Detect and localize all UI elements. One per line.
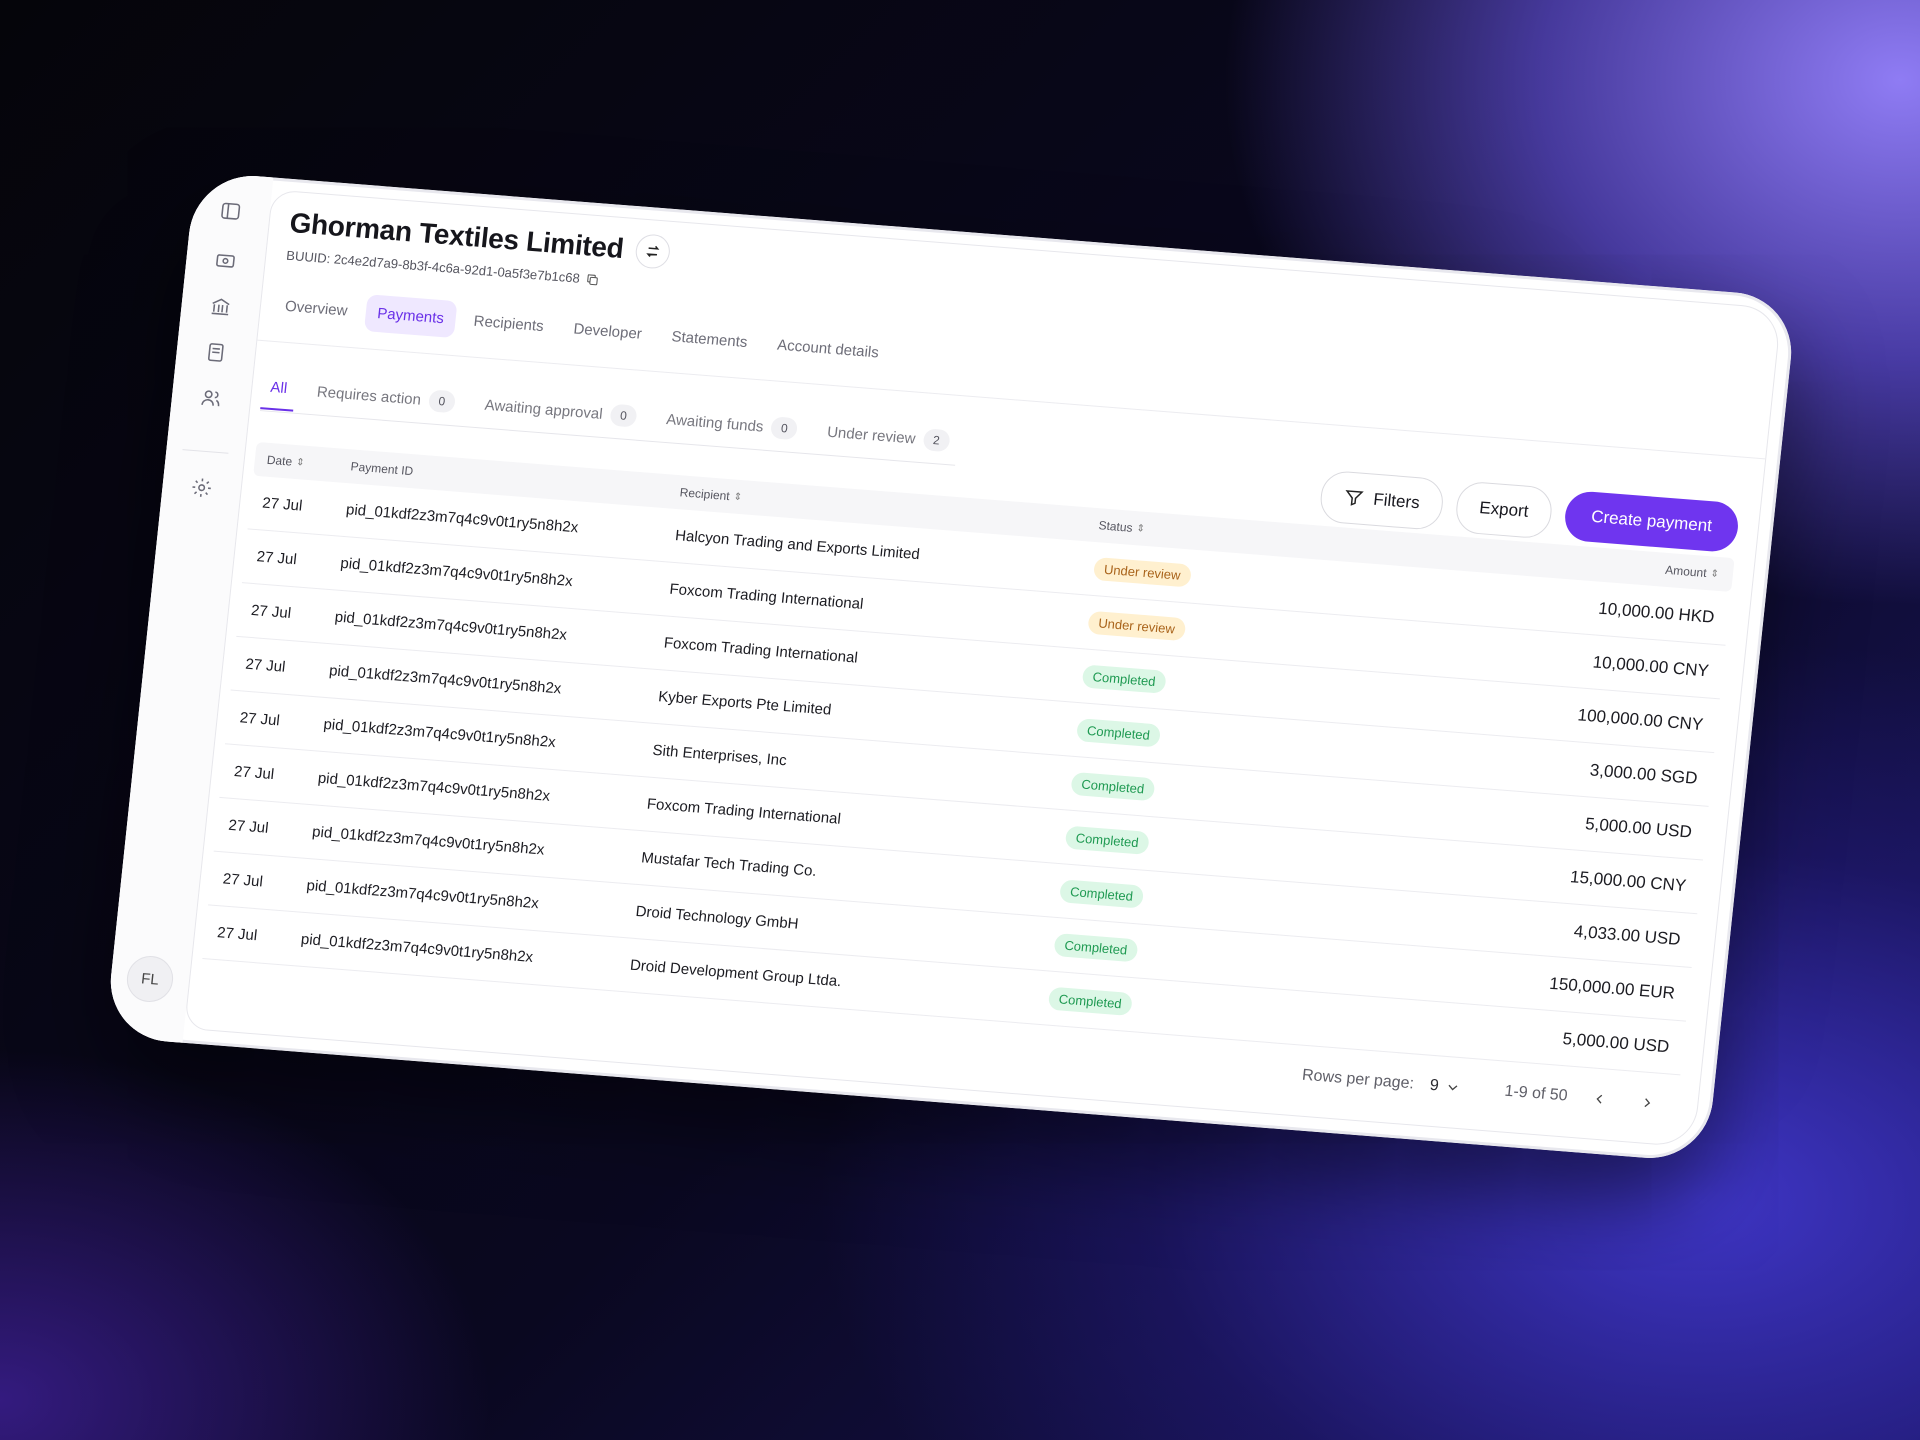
count-badge: 0 <box>427 389 457 414</box>
chevron-right-icon <box>1644 1098 1651 1108</box>
cell-date: 27 Jul <box>244 655 287 676</box>
status-badge: Completed <box>1059 879 1145 909</box>
subtab-under-review[interactable]: Under review 2 <box>817 410 960 465</box>
status-badge: Completed <box>1053 932 1139 963</box>
cell-payment-id: pid_01kdf2z3m7q4c9v0t1ry5n8h2x <box>345 501 580 537</box>
prev-page-button[interactable] <box>1582 1082 1617 1116</box>
cell-status: Under review <box>1092 557 1315 597</box>
cell-status: Completed <box>1064 825 1287 866</box>
cell-date: 27 Jul <box>261 494 304 515</box>
bank-icon[interactable] <box>204 291 237 323</box>
sort-icon: ⇕ <box>1135 522 1146 535</box>
status-badge: Completed <box>1081 664 1167 694</box>
chevron-down-icon <box>1448 1084 1458 1091</box>
rows-per-page-label: Rows per page: <box>1301 1066 1415 1093</box>
cell-date: 27 Jul <box>255 548 298 569</box>
subtab-all[interactable]: All <box>260 367 298 412</box>
cell-payment-id: pid_01kdf2z3m7q4c9v0t1ry5n8h2x <box>322 715 557 752</box>
cell-date: 27 Jul <box>216 924 259 945</box>
cell-date: 27 Jul <box>227 816 270 837</box>
cell-payment-id: pid_01kdf2z3m7q4c9v0t1ry5n8h2x <box>333 608 568 644</box>
filter-icon <box>1345 490 1364 506</box>
cell-payment-id: pid_01kdf2z3m7q4c9v0t1ry5n8h2x <box>317 769 551 805</box>
tab-recipients[interactable]: Recipients <box>460 302 558 346</box>
cell-payment-id: pid_01kdf2z3m7q4c9v0t1ry5n8h2x <box>300 930 534 966</box>
filters-button[interactable]: Filters <box>1317 469 1446 531</box>
status-badge: Completed <box>1047 986 1133 1017</box>
status-badge: Completed <box>1070 771 1156 802</box>
page-range: 1-9 of 50 <box>1503 1082 1569 1105</box>
device-frame: FL Ghorman Textiles Limited BUUID: 2c4e2… <box>104 171 1798 1163</box>
cell-status: Completed <box>1075 718 1298 758</box>
users-icon[interactable] <box>195 382 228 414</box>
banknote-icon[interactable] <box>209 245 242 277</box>
cell-date: 27 Jul <box>238 709 281 730</box>
cell-status: Completed <box>1047 986 1270 1027</box>
avatar[interactable]: FL <box>124 954 176 1004</box>
create-payment-button[interactable]: Create payment <box>1562 489 1741 554</box>
cell-payment-id: pid_01kdf2z3m7q4c9v0t1ry5n8h2x <box>311 823 546 859</box>
tab-payments[interactable]: Payments <box>363 294 458 339</box>
count-badge: 2 <box>922 428 951 453</box>
status-badge: Completed <box>1064 825 1150 855</box>
rows-per-page-select[interactable]: 9 <box>1429 1077 1462 1097</box>
count-badge: 0 <box>609 403 638 428</box>
sidebar-toggle-icon[interactable] <box>214 195 247 227</box>
subtab-awaiting-approval[interactable]: Awaiting approval 0 <box>474 383 646 440</box>
subtab-awaiting-funds[interactable]: Awaiting funds 0 <box>656 397 807 452</box>
switch-account-button[interactable] <box>633 233 672 270</box>
status-badge: Under review <box>1092 557 1192 588</box>
tab-account-details[interactable]: Account details <box>763 326 892 373</box>
count-badge: 0 <box>770 416 799 441</box>
sort-icon: ⇕ <box>1709 567 1720 580</box>
main-panel: Ghorman Textiles Limited BUUID: 2c4e2d7a… <box>183 189 1783 1148</box>
main-tabs: Overview Payments Recipients Developer S… <box>271 287 892 372</box>
cell-status: Completed <box>1053 932 1275 973</box>
header: Ghorman Textiles Limited BUUID: 2c4e2d7a… <box>286 206 672 293</box>
cell-date: 27 Jul <box>250 601 292 623</box>
next-page-button[interactable] <box>1630 1086 1665 1120</box>
tab-overview[interactable]: Overview <box>271 287 361 331</box>
gear-icon[interactable] <box>185 472 218 504</box>
payments-table: Date ⇕ Payment ID Recipient ⇕ Status ⇕ Amou… <box>202 441 1735 1076</box>
cell-payment-id: pid_01kdf2z3m7q4c9v0t1ry5n8h2x <box>305 877 540 913</box>
cell-status: Completed <box>1059 879 1281 919</box>
column-date[interactable]: Date ⇕ <box>254 452 351 473</box>
export-button[interactable]: Export <box>1453 480 1555 540</box>
cell-date: 27 Jul <box>233 763 275 784</box>
cell-date: 27 Jul <box>221 870 264 891</box>
cell-status: Under review <box>1087 610 1309 651</box>
sort-icon: ⇕ <box>733 491 743 503</box>
tab-developer[interactable]: Developer <box>560 310 656 354</box>
chevron-left-icon <box>1596 1094 1603 1104</box>
cell-status: Completed <box>1081 664 1304 704</box>
swap-icon <box>645 245 659 257</box>
sort-icon: ⇕ <box>295 456 306 469</box>
cell-payment-id: pid_01kdf2z3m7q4c9v0t1ry5n8h2x <box>328 662 563 698</box>
status-badge: Completed <box>1075 718 1162 748</box>
tab-statements[interactable]: Statements <box>658 317 761 362</box>
status-badge: Under review <box>1087 610 1186 642</box>
cell-payment-id: pid_01kdf2z3m7q4c9v0t1ry5n8h2x <box>339 554 574 591</box>
cell-status: Completed <box>1070 771 1292 812</box>
subtab-requires-action[interactable]: Requires action 0 <box>307 370 465 426</box>
document-icon[interactable] <box>199 336 232 368</box>
rail-divider <box>182 449 229 454</box>
copy-icon[interactable] <box>585 272 600 287</box>
